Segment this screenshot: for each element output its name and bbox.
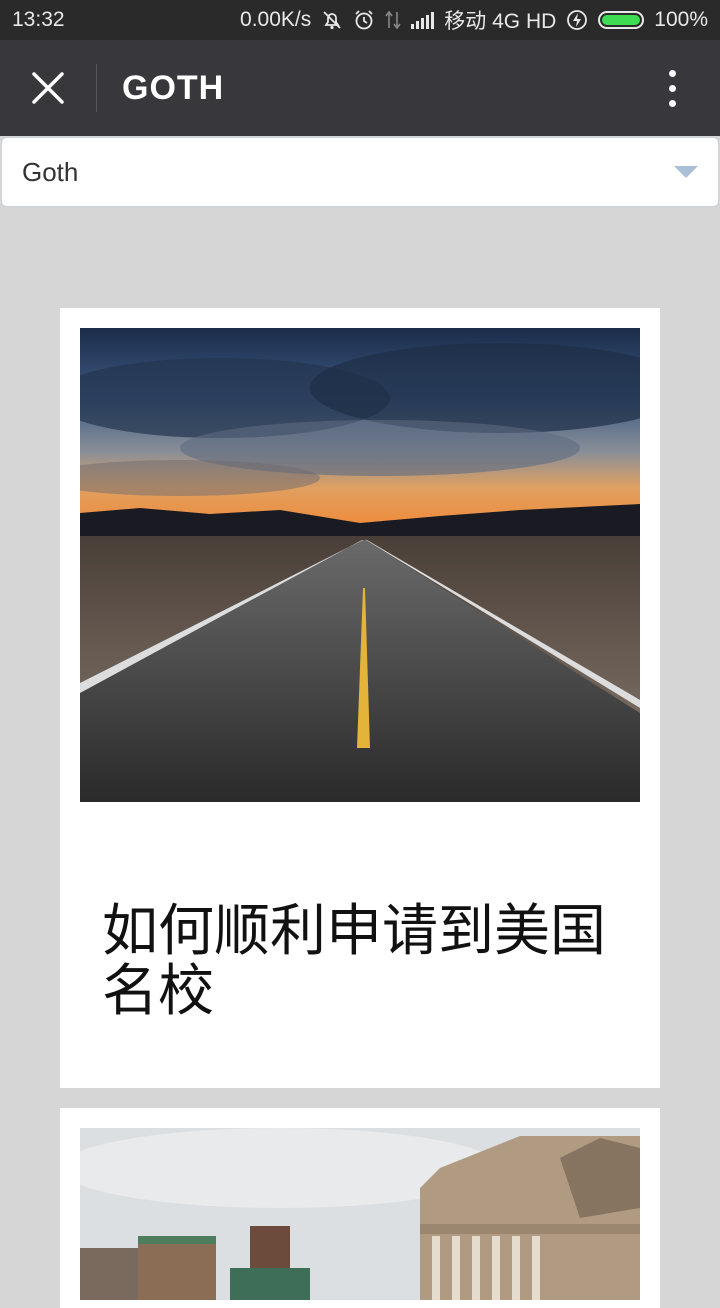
carrier-label: 移动 4G HD xyxy=(444,10,557,33)
battery-icon xyxy=(598,11,645,29)
category-select[interactable]: Goth xyxy=(1,137,719,207)
more-vertical-icon xyxy=(668,69,676,77)
close-icon xyxy=(32,72,64,104)
charging-icon xyxy=(566,9,588,31)
data-arrows-icon xyxy=(385,9,401,31)
close-button[interactable] xyxy=(0,40,96,136)
category-select-value: Goth xyxy=(22,156,79,187)
alarm-icon xyxy=(353,9,375,31)
title-bar: GOTH xyxy=(0,40,720,136)
status-bar: 13:32 0.00K/s 移动 4G HD 100% xyxy=(0,0,720,40)
title-divider xyxy=(96,64,97,112)
article-card[interactable] xyxy=(60,1108,660,1308)
signal-icon xyxy=(411,11,435,29)
page-title: GOTH xyxy=(122,68,225,107)
battery-percent: 100% xyxy=(654,8,708,31)
more-menu-button[interactable] xyxy=(624,40,720,136)
article-image xyxy=(80,1128,640,1300)
article-image xyxy=(80,328,640,802)
article-title: 如何顺利申请到美国名校 xyxy=(102,899,606,1024)
network-speed: 0.00K/s xyxy=(240,8,312,31)
article-card[interactable]: 如何顺利申请到美国名校 xyxy=(60,308,660,1088)
status-time: 13:32 xyxy=(12,8,65,31)
dropdown-caret-icon xyxy=(674,166,698,178)
mute-icon xyxy=(321,9,343,31)
